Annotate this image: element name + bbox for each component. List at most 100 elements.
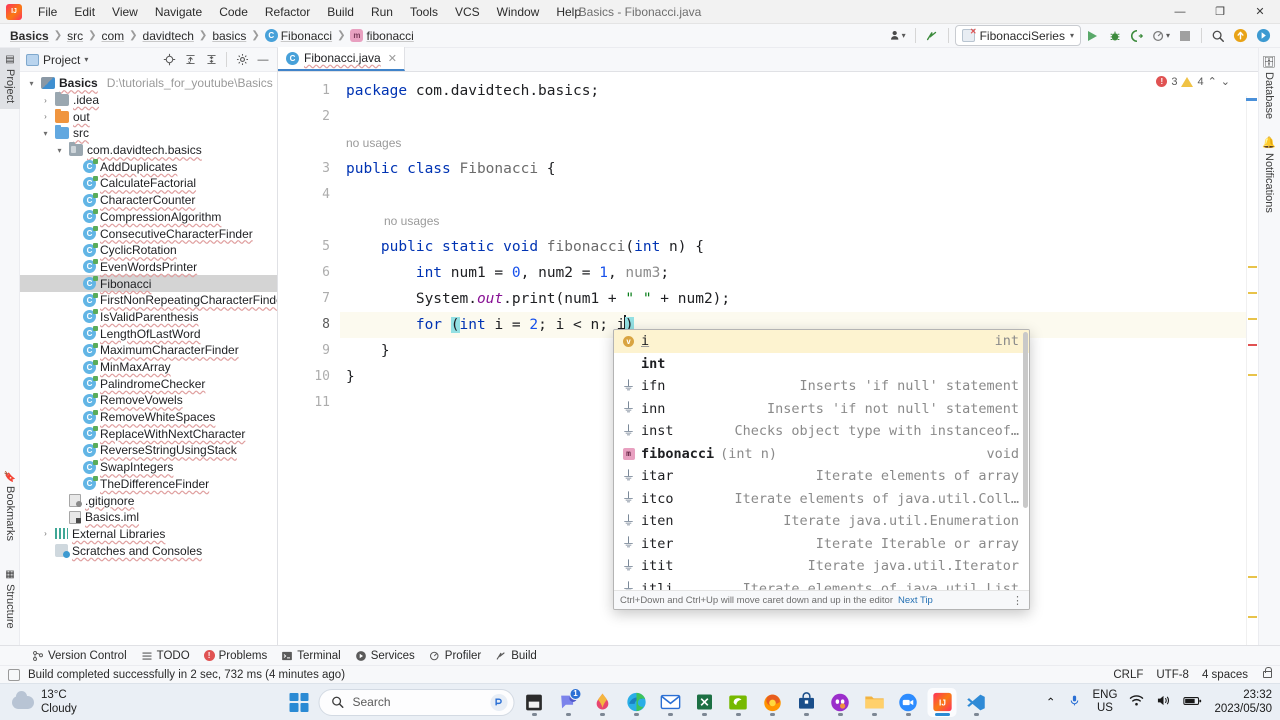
tool-window-build[interactable]: Build bbox=[489, 649, 543, 663]
tree-item-fibonacci[interactable]: C Fibonacci bbox=[20, 275, 277, 292]
tree-item-evenwordsprinter[interactable]: C EvenWordsPrinter bbox=[20, 259, 277, 276]
chevron-down-icon[interactable]: ▾ bbox=[26, 79, 37, 88]
previous-problem-icon[interactable]: ⌃ bbox=[1208, 75, 1217, 88]
tree-item-maximumcharacterfinder[interactable]: C MaximumCharacterFinder bbox=[20, 342, 277, 359]
run-with-coverage-button[interactable] bbox=[1127, 26, 1147, 46]
show-hidden-icons-icon[interactable]: ⌃ bbox=[1046, 695, 1056, 709]
menu-help[interactable]: Help bbox=[548, 2, 589, 22]
collapse-all-icon[interactable] bbox=[201, 50, 221, 70]
usage-inlay-hint[interactable]: no usages bbox=[340, 130, 1258, 156]
weather-widget[interactable]: 13°C Cloudy bbox=[8, 688, 77, 717]
chevron-down-icon[interactable]: ▾ bbox=[54, 146, 65, 155]
editor-marker-bar[interactable] bbox=[1246, 96, 1258, 655]
settings-gear-icon[interactable] bbox=[232, 50, 252, 70]
forward-icon[interactable] bbox=[1253, 26, 1274, 46]
clock[interactable]: 23:32 2023/05/30 bbox=[1214, 688, 1272, 717]
tree-item-minmaxarray[interactable]: C MinMaxArray bbox=[20, 359, 277, 376]
battery-icon[interactable] bbox=[1183, 695, 1202, 710]
project-tree[interactable]: ▾ Basics D:\tutorials_for_youtube\Basics ›.… bbox=[20, 72, 277, 655]
sidebar-item-project[interactable]: ▤ Project bbox=[0, 48, 20, 110]
tab-fibonacci-java[interactable]: C Fibonacci.java ✕ bbox=[278, 47, 405, 71]
menu-tools[interactable]: Tools bbox=[402, 2, 446, 22]
zoom-icon[interactable] bbox=[894, 688, 923, 717]
completion-item-itli[interactable]: ⏚ itli Iterate elements of java.util.List bbox=[614, 578, 1029, 590]
completion-item-fibonacci[interactable]: m fibonacci (int n) void bbox=[614, 443, 1029, 466]
tree-item-basics-iml[interactable]: Basics.iml bbox=[20, 509, 277, 526]
file-explorer-icon[interactable] bbox=[860, 688, 889, 717]
sidebar-item-database[interactable]: 🗄 Database bbox=[1258, 48, 1280, 125]
update-project-icon[interactable] bbox=[1230, 26, 1251, 46]
expand-all-icon[interactable] bbox=[180, 50, 200, 70]
intellij-idea-icon[interactable]: IJ bbox=[927, 687, 957, 717]
tree-item-compressionalgorithm[interactable]: C CompressionAlgorithm bbox=[20, 209, 277, 226]
tree-item-removevowels[interactable]: C RemoveVowels bbox=[20, 392, 277, 409]
read-only-lock-icon[interactable] bbox=[1263, 667, 1272, 678]
completion-item-inst[interactable]: ⏚ inst Checks object type with instanceof… bbox=[614, 420, 1029, 443]
breadcrumb-item-basics-pkg[interactable]: basics bbox=[208, 28, 250, 44]
wifi-icon[interactable] bbox=[1129, 694, 1144, 710]
menu-code[interactable]: Code bbox=[211, 2, 256, 22]
tree-item-removewhitespaces[interactable]: C RemoveWhiteSpaces bbox=[20, 409, 277, 426]
updates-arrow-icon[interactable] bbox=[922, 26, 942, 46]
windows-start-icon[interactable] bbox=[289, 692, 309, 712]
tree-item-calculatefactorial[interactable]: C CalculateFactorial bbox=[20, 175, 277, 192]
sidebar-item-notifications[interactable]: 🔔 Notifications bbox=[1258, 130, 1280, 219]
minimize-button[interactable]: — bbox=[1160, 0, 1200, 24]
tree-item-gitignore[interactable]: .gitignore bbox=[20, 492, 277, 509]
tree-item-isvalidparenthesis[interactable]: C IsValidParenthesis bbox=[20, 309, 277, 326]
run-button[interactable] bbox=[1083, 26, 1103, 46]
account-icon[interactable]: ▾ bbox=[886, 26, 909, 46]
menu-run[interactable]: Run bbox=[363, 2, 401, 22]
tree-item-src[interactable]: ▾ src bbox=[20, 125, 277, 142]
microsoft-store-icon[interactable] bbox=[792, 688, 821, 717]
nvidia-icon[interactable] bbox=[724, 688, 753, 717]
discord-icon[interactable] bbox=[826, 688, 855, 717]
completion-item-i[interactable]: v i int bbox=[614, 330, 1029, 353]
chevron-right-icon[interactable]: › bbox=[40, 96, 51, 105]
language-indicator[interactable]: ENG US bbox=[1093, 689, 1118, 715]
stop-button[interactable] bbox=[1175, 26, 1195, 46]
sidebar-item-structure[interactable]: ▦ Structure bbox=[0, 563, 20, 635]
completion-list[interactable]: v i int int ⏚ ifn Inserts 'if null' statement ⏚… bbox=[614, 330, 1029, 590]
vscode-icon[interactable] bbox=[962, 688, 991, 717]
menu-file[interactable]: File bbox=[30, 2, 65, 22]
hide-panel-icon[interactable]: — bbox=[253, 50, 273, 70]
completion-item-itar[interactable]: ⏚ itar Iterate elements of array bbox=[614, 465, 1029, 488]
completion-scrollbar[interactable] bbox=[1023, 332, 1028, 508]
tree-item-addduplicates[interactable]: C AddDuplicates bbox=[20, 158, 277, 175]
tool-window-todo[interactable]: TODO bbox=[135, 649, 196, 663]
next-problem-icon[interactable]: ⌄ bbox=[1221, 75, 1230, 88]
code-completion-popup[interactable]: v i int int ⏚ ifn Inserts 'if null' statement ⏚… bbox=[613, 329, 1030, 610]
file-manager-icon[interactable] bbox=[520, 688, 549, 717]
water-drop-icon[interactable] bbox=[588, 688, 617, 717]
menu-refactor[interactable]: Refactor bbox=[257, 2, 318, 22]
chevron-down-icon[interactable]: ▾ bbox=[84, 55, 88, 64]
breadcrumb-item-davidtech[interactable]: davidtech bbox=[139, 28, 198, 44]
line-separator-indicator[interactable]: CRLF bbox=[1113, 669, 1143, 681]
chevron-right-icon[interactable]: › bbox=[40, 529, 51, 538]
tree-item-cyclicrotation[interactable]: C CyclicRotation bbox=[20, 242, 277, 259]
tool-window-profiler[interactable]: Profiler bbox=[423, 649, 487, 663]
menu-edit[interactable]: Edit bbox=[66, 2, 103, 22]
chevron-down-icon[interactable]: ▾ bbox=[40, 129, 51, 138]
sidebar-item-bookmarks[interactable]: 🔖 Bookmarks bbox=[0, 464, 20, 547]
completion-options-icon[interactable]: ⋮ bbox=[1012, 594, 1023, 607]
menu-build[interactable]: Build bbox=[319, 2, 362, 22]
menu-navigate[interactable]: Navigate bbox=[147, 2, 210, 22]
usage-inlay-hint[interactable]: no usages bbox=[340, 208, 1258, 234]
excel-icon[interactable] bbox=[690, 688, 719, 717]
tree-item-consecutivecharacterfinder[interactable]: C ConsecutiveCharacterFinder bbox=[20, 225, 277, 242]
menu-vcs[interactable]: VCS bbox=[447, 2, 488, 22]
completion-item-int[interactable]: int bbox=[614, 353, 1029, 376]
tree-item-charactercounter[interactable]: C CharacterCounter bbox=[20, 192, 277, 209]
next-tip-link[interactable]: Next Tip bbox=[898, 595, 933, 606]
debug-button[interactable] bbox=[1105, 26, 1125, 46]
tree-item-thedifferencefinder[interactable]: C TheDifferenceFinder bbox=[20, 476, 277, 493]
tool-window-services[interactable]: Services bbox=[349, 649, 421, 663]
tree-item-com-davidtech-basics[interactable]: ▾ com.davidtech.basics bbox=[20, 142, 277, 159]
tool-window-problems[interactable]: ! Problems bbox=[198, 649, 274, 663]
search-input[interactable]: Search bbox=[318, 688, 515, 716]
tool-window-version-control[interactable]: Version Control bbox=[26, 649, 133, 663]
tree-item-lengthoflastword[interactable]: C LengthOfLastWord bbox=[20, 325, 277, 342]
tree-item-idea[interactable]: › .idea bbox=[20, 92, 277, 109]
